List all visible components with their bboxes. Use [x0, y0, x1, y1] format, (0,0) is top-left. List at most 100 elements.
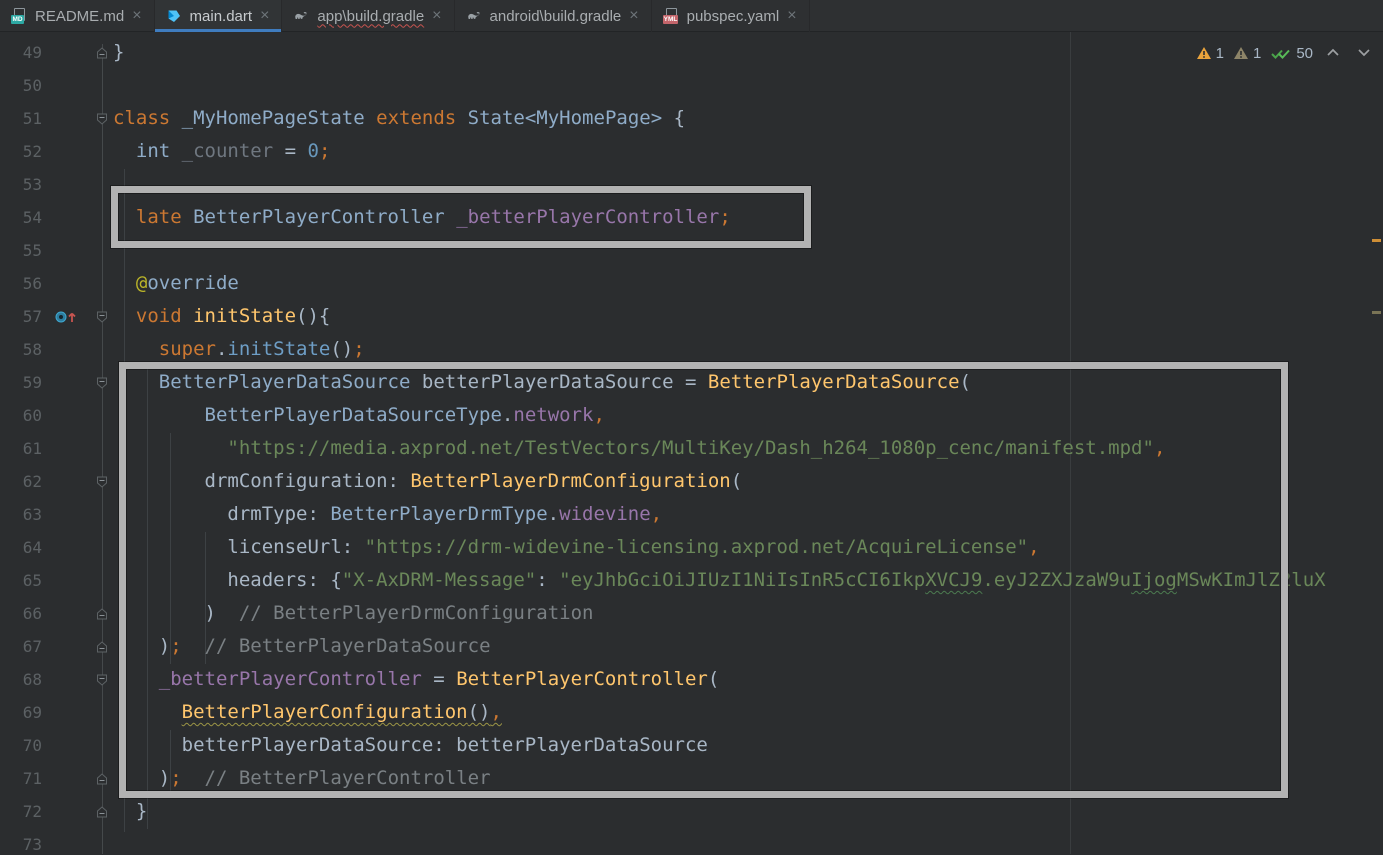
line-number[interactable]: 58: [0, 333, 50, 366]
code-token[interactable]: void: [136, 305, 182, 327]
code-token[interactable]: // BetterPlayerController: [205, 767, 491, 789]
code-token[interactable]: BetterPlayerDataSource: [708, 371, 960, 393]
close-icon[interactable]: ×: [131, 8, 142, 24]
code-token[interactable]: XVCJ9: [925, 569, 982, 591]
line-number[interactable]: 68: [0, 663, 50, 696]
code-line[interactable]: 60BetterPlayerDataSourceType.network,: [0, 399, 1383, 432]
line-number[interactable]: 49: [0, 36, 50, 69]
line-number[interactable]: 59: [0, 366, 50, 399]
weak-warnings-indicator[interactable]: 1: [1233, 45, 1261, 62]
code-token[interactable]: widevine: [559, 503, 651, 525]
code-token[interactable]: {: [330, 569, 341, 591]
code-line[interactable]: 68 _betterPlayerController = BetterPlayer…: [0, 663, 1383, 696]
code-token[interactable]: betterPlayerDataSource:: [182, 734, 457, 756]
code-token[interactable]: BetterPlayerDrmType: [330, 503, 547, 525]
code-token[interactable]: (: [731, 470, 742, 492]
fold-marker-end[interactable]: [90, 36, 113, 69]
code-line[interactable]: 70betterPlayerDataSource: betterPlayerDa…: [0, 729, 1383, 762]
warnings-indicator[interactable]: 1: [1196, 45, 1224, 62]
code-token[interactable]: [456, 107, 467, 129]
code-token[interactable]: ;: [170, 635, 181, 657]
code-token[interactable]: [445, 206, 456, 228]
code-token[interactable]: ): [159, 767, 170, 789]
code-text[interactable]: late BetterPlayerController _betterPlaye…: [113, 201, 1383, 234]
code-line[interactable]: 55: [0, 234, 1383, 267]
code-token[interactable]: (: [960, 371, 971, 393]
code-token[interactable]: [182, 635, 205, 657]
code-line[interactable]: 54late BetterPlayerController _betterPla…: [0, 201, 1383, 234]
code-text[interactable]: [113, 234, 1383, 267]
line-number[interactable]: 70: [0, 729, 50, 762]
line-number[interactable]: 50: [0, 69, 50, 102]
code-token[interactable]: class: [113, 107, 170, 129]
code-token[interactable]: override: [147, 272, 239, 294]
tab-app-build-gradle[interactable]: app\build.gradle ×: [282, 0, 454, 32]
line-number[interactable]: 67: [0, 630, 50, 663]
fold-marker-start[interactable]: [90, 663, 113, 696]
tab-pubspec-yaml[interactable]: YML pubspec.yaml ×: [652, 0, 810, 32]
code-text[interactable]: BetterPlayerDataSource betterPlayerDataS…: [113, 366, 1383, 399]
code-token[interactable]: ;: [319, 140, 330, 162]
code-token[interactable]: ,: [1154, 437, 1165, 459]
code-token[interactable]: [182, 206, 193, 228]
tab-android-build-gradle[interactable]: android\build.gradle ×: [455, 0, 652, 32]
code-token[interactable]: .: [216, 338, 227, 360]
code-line[interactable]: 50: [0, 69, 1383, 102]
next-highlight-button[interactable]: [1353, 42, 1375, 64]
code-token[interactable]: int: [136, 140, 170, 162]
code-token[interactable]: {: [662, 107, 685, 129]
typos-indicator[interactable]: 50: [1270, 45, 1313, 62]
code-text[interactable]: ) // BetterPlayerDrmConfiguration: [113, 597, 1383, 630]
code-text[interactable]: }: [113, 36, 1383, 69]
code-token[interactable]: .: [548, 503, 559, 525]
line-number[interactable]: 51: [0, 102, 50, 135]
fold-marker-end[interactable]: [90, 795, 113, 828]
code-token[interactable]: (): [330, 338, 353, 360]
code-line[interactable]: 52int _counter = 0;: [0, 135, 1383, 168]
close-icon[interactable]: ×: [431, 8, 442, 24]
code-token[interactable]: super: [159, 338, 216, 360]
code-token[interactable]: MSwKImJlZ2luX: [1177, 569, 1326, 591]
code-editor[interactable]: 49}5051class _MyHomePageState extends St…: [0, 32, 1383, 854]
error-stripe-mark[interactable]: [1372, 311, 1381, 314]
code-line[interactable]: 49}: [0, 36, 1383, 69]
code-line[interactable]: 69BetterPlayerConfiguration(),: [0, 696, 1383, 729]
code-line[interactable]: 61"https://media.axprod.net/TestVectors/…: [0, 432, 1383, 465]
fold-marker-start[interactable]: [90, 300, 113, 333]
code-line[interactable]: 71); // BetterPlayerController: [0, 762, 1383, 795]
code-line[interactable]: 51class _MyHomePageState extends State<M…: [0, 102, 1383, 135]
line-number[interactable]: 73: [0, 828, 50, 854]
code-token[interactable]: [182, 767, 205, 789]
code-token[interactable]: "eyJhbGciOiJIUzI1NiIsInR5cCI6Ikp: [559, 569, 925, 591]
code-token[interactable]: BetterPlayerConfiguration: [182, 701, 468, 723]
code-line[interactable]: 65headers: {"X-AxDRM-Message": "eyJhbGci…: [0, 564, 1383, 597]
code-token[interactable]: ,: [1028, 536, 1039, 558]
code-text[interactable]: drmType: BetterPlayerDrmType.widevine,: [113, 498, 1383, 531]
code-token[interactable]: BetterPlayerController: [193, 206, 445, 228]
code-text[interactable]: [113, 168, 1383, 201]
code-line[interactable]: 58super.initState();: [0, 333, 1383, 366]
code-token[interactable]: State<MyHomePage>: [468, 107, 662, 129]
code-text[interactable]: _betterPlayerController = BetterPlayerCo…: [113, 663, 1383, 696]
code-line[interactable]: 62drmConfiguration: BetterPlayerDrmConfi…: [0, 465, 1383, 498]
code-token[interactable]: _betterPlayerController: [456, 206, 719, 228]
code-token[interactable]: headers:: [227, 569, 330, 591]
code-token[interactable]: @: [136, 272, 147, 294]
fold-marker-start[interactable]: [90, 102, 113, 135]
code-token[interactable]: ,: [651, 503, 662, 525]
code-token[interactable]: _MyHomePageState: [182, 107, 365, 129]
code-text[interactable]: BetterPlayerConfiguration(),: [113, 696, 1383, 729]
code-token[interactable]: }: [113, 41, 124, 63]
code-text[interactable]: ); // BetterPlayerDataSource: [113, 630, 1383, 663]
code-token[interactable]: .: [502, 404, 513, 426]
code-token[interactable]: ,: [593, 404, 604, 426]
error-stripe-mark[interactable]: [1372, 239, 1381, 242]
line-number[interactable]: 66: [0, 597, 50, 630]
code-token[interactable]: =: [674, 371, 708, 393]
code-line[interactable]: 53: [0, 168, 1383, 201]
code-text[interactable]: licenseUrl: "https://drm-widevine-licens…: [113, 531, 1383, 564]
code-token[interactable]: ;: [353, 338, 364, 360]
code-token[interactable]: (): [468, 701, 491, 723]
code-text[interactable]: drmConfiguration: BetterPlayerDrmConfigu…: [113, 465, 1383, 498]
fold-marker-start[interactable]: [90, 366, 113, 399]
